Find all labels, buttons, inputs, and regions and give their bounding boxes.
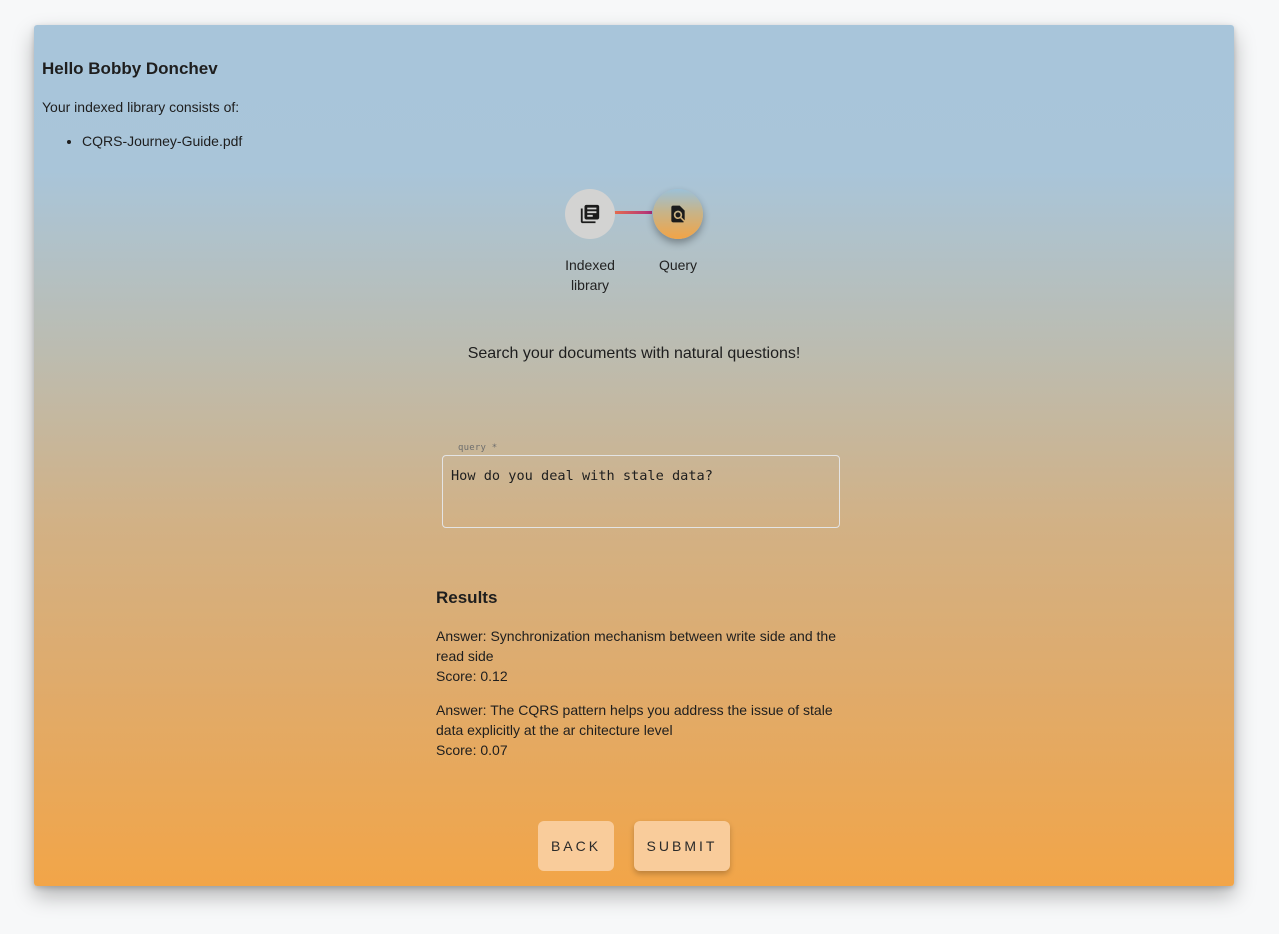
step-indexed-library[interactable]	[565, 189, 615, 239]
step-connector	[614, 211, 652, 214]
result-item: Answer: Synchronization mechanism betwee…	[436, 626, 836, 686]
result-score: Score: 0.07	[436, 742, 508, 758]
library-intro: Your indexed library consists of:	[42, 99, 240, 115]
result-item: Answer: The CQRS pattern helps you addre…	[436, 700, 836, 760]
find-in-page-icon	[671, 205, 685, 223]
greeting-heading: Hello Bobby Donchev	[42, 59, 218, 78]
result-answer: Answer: Synchronization mechanism betwee…	[436, 628, 836, 664]
query-field: query *	[442, 440, 842, 528]
library-books-icon	[580, 204, 600, 224]
library-file-list: CQRS-Journey-Guide.pdf	[42, 132, 242, 150]
step-label-indexed-library: Indexed library	[565, 257, 615, 293]
query-input[interactable]	[451, 468, 831, 484]
search-tagline: Search your documents with natural quest…	[467, 345, 801, 362]
stepper: Indexed library Query	[554, 189, 754, 299]
step-label-query: Query	[658, 257, 698, 273]
result-answer: Answer: The CQRS pattern helps you addre…	[436, 702, 833, 738]
results-title: Results	[436, 588, 498, 607]
library-file-item: CQRS-Journey-Guide.pdf	[82, 132, 242, 150]
result-score: Score: 0.12	[436, 668, 508, 684]
results-section: Results Answer: Synchronization mechanis…	[436, 588, 836, 774]
main-card: Hello Bobby Donchev Your indexed library…	[34, 25, 1234, 886]
query-field-label: query *	[458, 443, 498, 453]
query-field-outline	[442, 455, 840, 528]
step-query[interactable]	[653, 189, 703, 239]
submit-button[interactable]: SUBMIT	[634, 821, 730, 871]
back-button[interactable]: BACK	[538, 821, 614, 871]
